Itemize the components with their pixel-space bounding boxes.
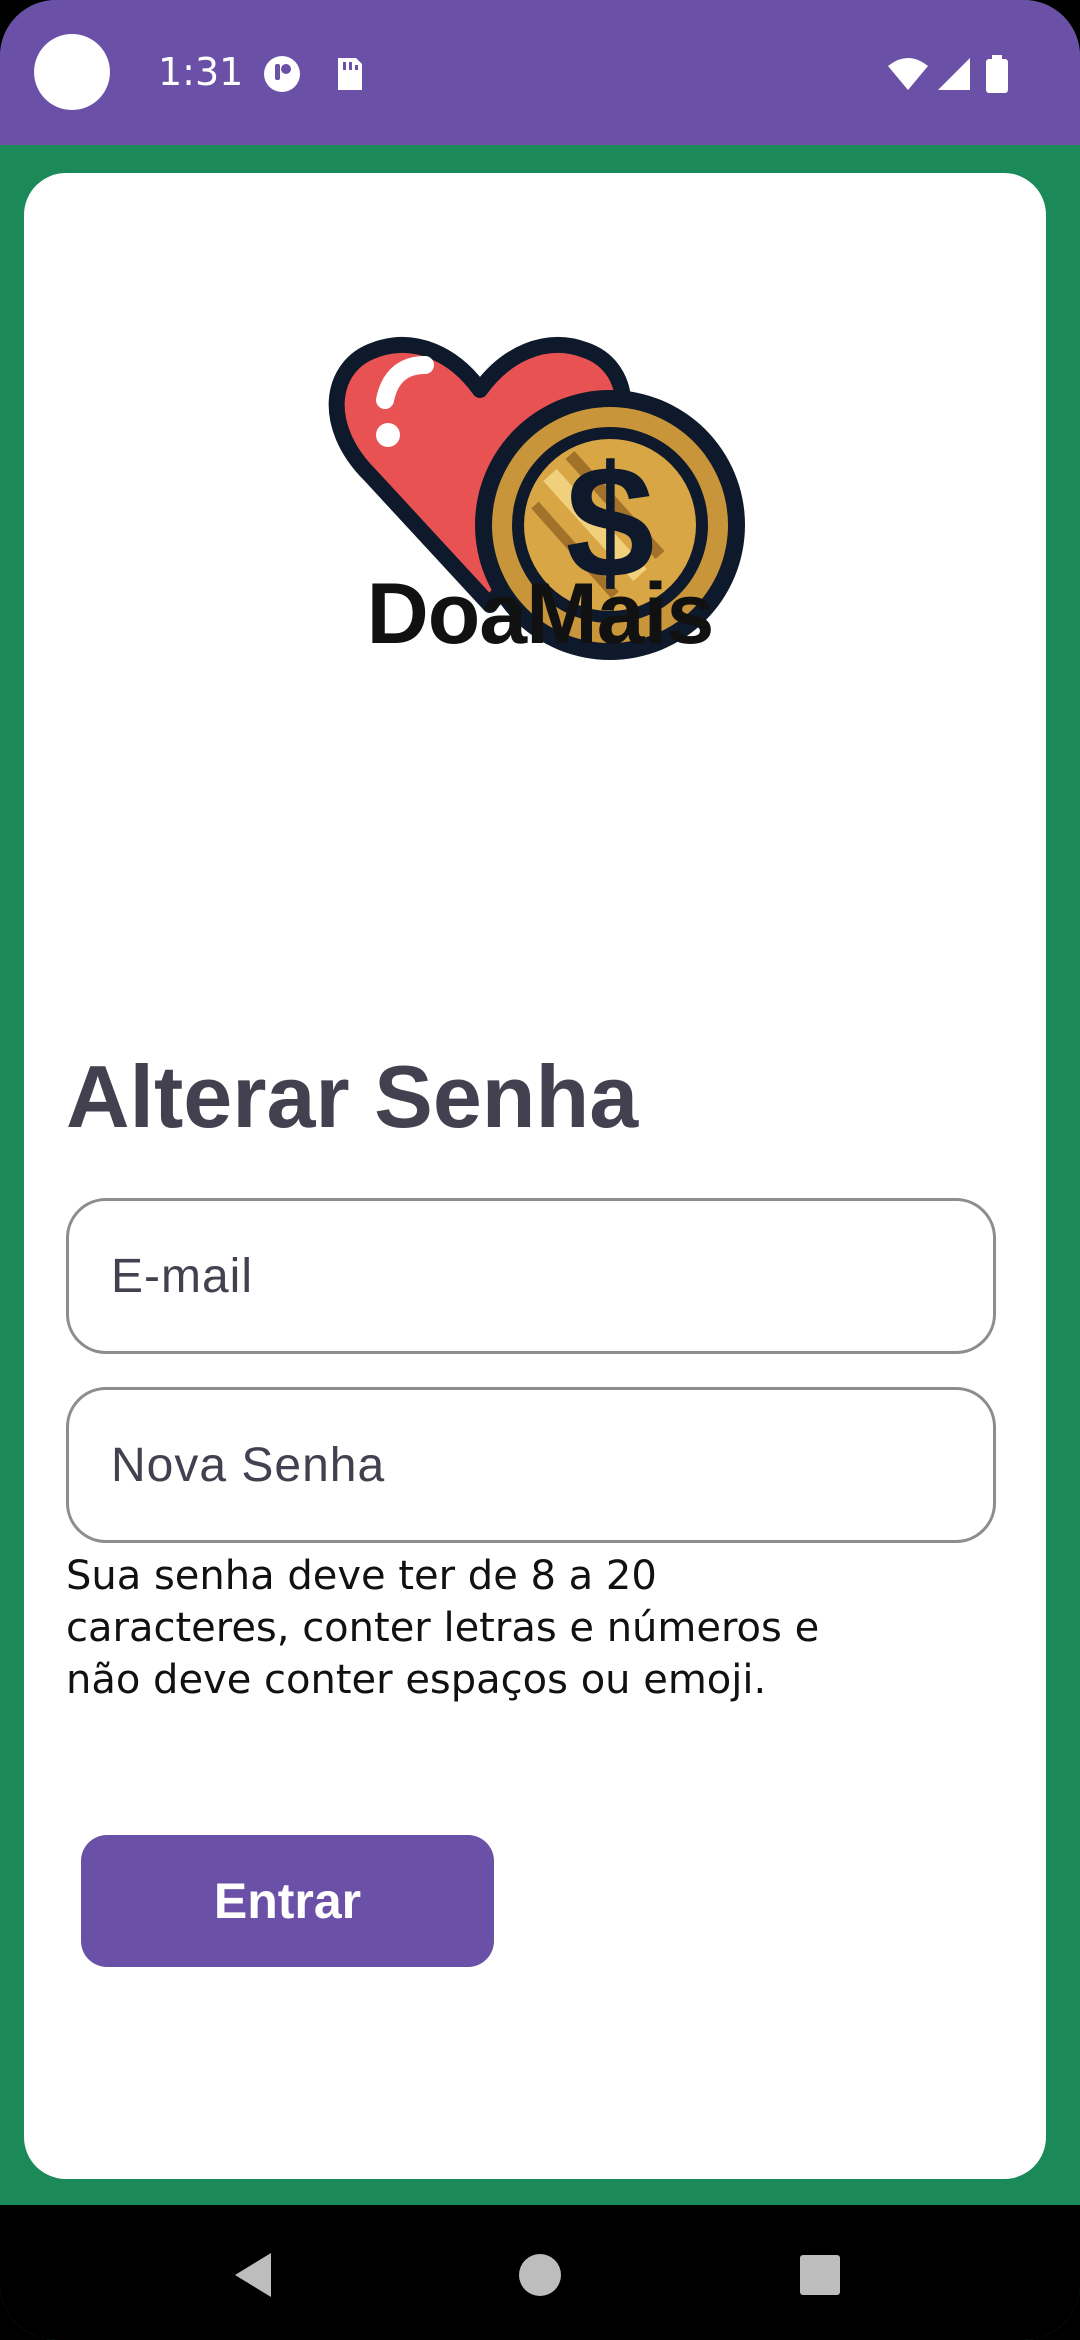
password-hint: Sua senha deve ter de 8 a 20 caracteres,… — [66, 1553, 820, 1703]
home-icon[interactable] — [510, 2245, 570, 2305]
app-indicator-icon — [264, 56, 300, 92]
wifi-icon — [888, 58, 928, 90]
status-bar: 1:31 — [0, 0, 1080, 145]
battery-icon — [986, 55, 1008, 93]
sd-card-icon — [338, 58, 362, 90]
enter-button[interactable]: Entrar — [81, 1835, 494, 1967]
back-icon[interactable] — [225, 2245, 285, 2305]
page-title: Alterar Senha — [66, 1047, 639, 1146]
email-field[interactable] — [69, 1201, 993, 1351]
status-time: 1:31 — [158, 50, 244, 94]
cellular-signal-icon — [938, 58, 970, 90]
new-password-field[interactable] — [69, 1390, 993, 1540]
email-field-container — [66, 1198, 996, 1354]
new-password-field-container — [66, 1387, 996, 1543]
phone-screen: 1:31 $ DoaMais Alterar Senha E-mail Sua … — [0, 0, 1080, 2340]
navigation-bar — [0, 2205, 1080, 2340]
recents-icon[interactable] — [790, 2245, 850, 2305]
notification-dot — [34, 34, 110, 110]
brand-name: DoaMais — [366, 566, 715, 662]
